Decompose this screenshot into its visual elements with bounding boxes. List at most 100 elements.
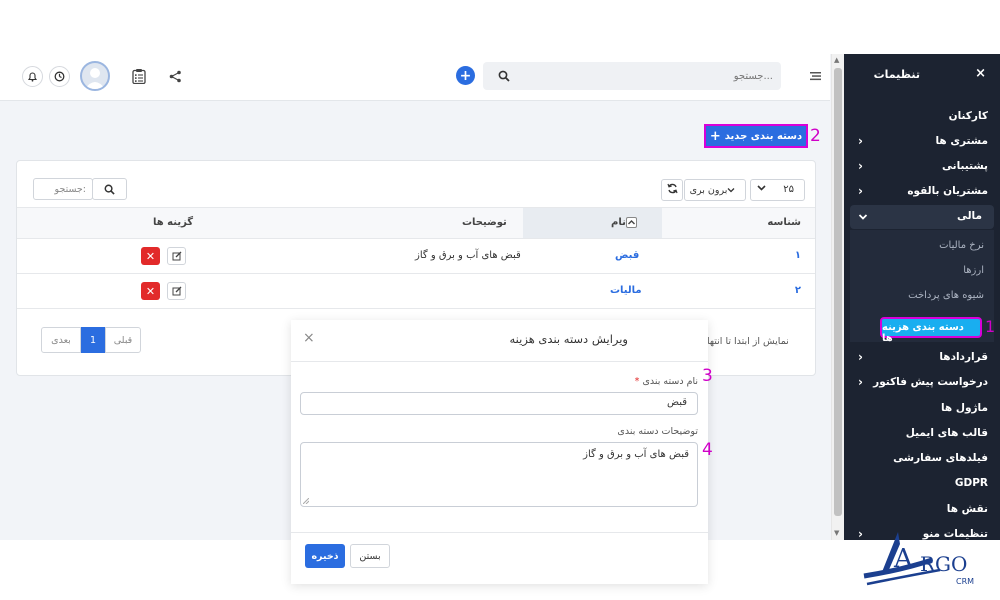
name-field-label: * نام دسته بندی [634, 376, 698, 387]
logo-brand-text: RGO [920, 552, 968, 576]
sidebar-item-label: GDPR [954, 477, 988, 489]
pagination-next[interactable]: بعدی [41, 327, 81, 353]
sidebar-item-staff[interactable]: کارکنان [844, 105, 1000, 129]
close-button[interactable]: بستن [350, 544, 390, 568]
settings-sidebar: تنظیمات × کارکنان مشتری ها › پشتیبانی › … [844, 54, 1000, 540]
close-icon[interactable]: × [303, 330, 315, 346]
pagination-current[interactable]: 1 [81, 327, 105, 353]
row-name-link[interactable]: مالیات [610, 285, 642, 296]
refresh-button[interactable] [661, 179, 683, 201]
sidebar-subitem-payment-modes[interactable]: شیوه های پرداخت [908, 290, 984, 301]
sidebar-item-email-templates[interactable]: قالب های ایمیل [844, 422, 1000, 446]
clock-icon[interactable] [49, 66, 70, 87]
sidebar-item-finance[interactable]: مالی [850, 205, 994, 229]
sidebar-item-label: فیلدهای سفارشی [893, 452, 988, 464]
sidebar-item-label: نقش ها [946, 503, 988, 515]
table-row: ۲ مالیات ✕ [17, 274, 815, 309]
description-field[interactable]: قبض های آب و برق و گاز [300, 442, 698, 507]
global-search-input[interactable] [523, 67, 773, 85]
row-name-link[interactable]: قبض [615, 250, 639, 261]
argo-crm-logo: A RGO CRM [862, 530, 992, 596]
avatar[interactable] [80, 61, 110, 91]
logo-letter-a: A [894, 544, 913, 574]
sidebar-item-gdpr[interactable]: GDPR [844, 472, 1000, 496]
name-field-value: قبض [666, 397, 687, 408]
modal-title: ویرایش دسته بندی هزینه [509, 332, 628, 346]
refresh-icon [666, 183, 678, 197]
chevron-icon: › [858, 134, 863, 148]
sidebar-subitem-tax-rates[interactable]: نرخ مالیات [939, 240, 984, 251]
table-row: ۱ قبض قبض های آب و برق و گاز ✕ [17, 239, 815, 274]
logo-crm-text: CRM [956, 577, 975, 586]
sidebar-subitem-expense-categories[interactable]: دسته بندی هزینه ها [880, 317, 982, 344]
table-search-input[interactable]: جستجو: [33, 178, 93, 200]
sidebar-title: تنظیمات [873, 68, 920, 81]
save-button[interactable]: ذخیره [305, 544, 345, 568]
table-search-button[interactable] [92, 178, 127, 200]
sidebar-item-custom-fields[interactable]: فیلدهای سفارشی [844, 447, 1000, 471]
edit-icon [172, 286, 181, 296]
bell-icon[interactable] [22, 66, 43, 87]
col-options-header: گزینه ها [153, 217, 194, 228]
clipboard-icon[interactable] [130, 67, 147, 85]
sidebar-item-roles[interactable]: نقش ها [844, 498, 1000, 522]
table-search-placeholder: جستجو: [54, 183, 86, 195]
global-search [483, 62, 781, 90]
chevron-down-icon [757, 183, 766, 195]
page-size-select[interactable]: ۲۵ [750, 179, 805, 201]
chevron-down-icon [727, 186, 735, 197]
sidebar-item-modules[interactable]: ماژول ها [844, 397, 1000, 421]
hamburger-icon[interactable] [808, 69, 822, 83]
edit-icon [172, 251, 181, 261]
marker-2: 2 [810, 126, 821, 146]
sidebar-item-contracts[interactable]: قراردادها › [844, 346, 1000, 370]
edit-button[interactable] [167, 247, 186, 265]
sidebar-item-leads[interactable]: مشتریان بالقوه › [844, 180, 1000, 204]
row-description: قبض های آب و برق و گاز [415, 250, 521, 261]
scroll-down-icon[interactable]: ▼ [834, 529, 839, 537]
delete-button[interactable]: ✕ [141, 247, 160, 265]
new-category-button[interactable]: + دسته بندی جدید [704, 124, 808, 148]
page-scrollbar[interactable]: ▲ ▼ [831, 54, 844, 540]
search-icon[interactable] [497, 69, 511, 83]
close-icon: ✕ [145, 249, 156, 263]
sidebar-item-label: ماژول ها [940, 402, 988, 414]
sidebar-item-label: قالب های ایمیل [905, 427, 988, 439]
sidebar-subitem-currencies[interactable]: ارزها [963, 265, 984, 276]
table-info-text: نمایش از ابتدا تا انتها [707, 336, 789, 347]
new-category-label: دسته بندی جدید [724, 130, 803, 142]
sorted-column-bg [523, 208, 662, 238]
sidebar-item-support[interactable]: پشتیبانی › [844, 155, 1000, 179]
description-field-label: توضیحات دسته بندی [617, 426, 698, 437]
chevron-icon: › [858, 350, 863, 364]
table-header: شناسه نام توضیحات گزینه ها [17, 207, 815, 239]
delete-button[interactable]: ✕ [141, 282, 160, 300]
scroll-thumb[interactable] [834, 68, 842, 516]
edit-button[interactable] [167, 282, 186, 300]
col-description-header[interactable]: توضیحات [462, 217, 507, 228]
sort-up-icon[interactable] [626, 217, 637, 228]
plus-icon: + [709, 128, 721, 144]
sidebar-item-customers[interactable]: مشتری ها › [844, 130, 1000, 154]
scroll-up-icon[interactable]: ▲ [834, 56, 839, 64]
col-name-header[interactable]: نام [611, 217, 626, 228]
edit-category-modal: ویرایش دسته بندی هزینه × * نام دسته بندی… [291, 320, 708, 584]
col-id-header[interactable]: شناسه [767, 217, 801, 228]
modal-footer: ذخیره بستن [291, 532, 708, 584]
pagination: بعدی 1 قبلی [41, 327, 141, 353]
modal-header: ویرایش دسته بندی هزینه × [291, 320, 708, 362]
chevron-icon: › [858, 375, 863, 389]
share-icon[interactable] [167, 68, 183, 84]
export-button[interactable]: برون بری [684, 179, 746, 201]
sidebar-item-label: پشتیبانی [942, 160, 988, 172]
page-size-value: ۲۵ [783, 184, 794, 195]
close-icon[interactable]: × [975, 66, 986, 81]
sidebar-subitem-label: دسته بندی هزینه ها [882, 322, 964, 344]
sidebar-item-estimate-request[interactable]: درخواست پیش فاکتور › [844, 371, 1000, 395]
add-plus-circle-icon[interactable]: + [456, 66, 475, 85]
pagination-prev[interactable]: قبلی [105, 327, 141, 353]
description-field-value: قبض های آب و برق و گاز [583, 449, 689, 460]
name-field[interactable]: قبض [300, 392, 698, 415]
sidebar-item-label: کارکنان [948, 110, 988, 122]
resize-handle-icon [303, 498, 309, 504]
